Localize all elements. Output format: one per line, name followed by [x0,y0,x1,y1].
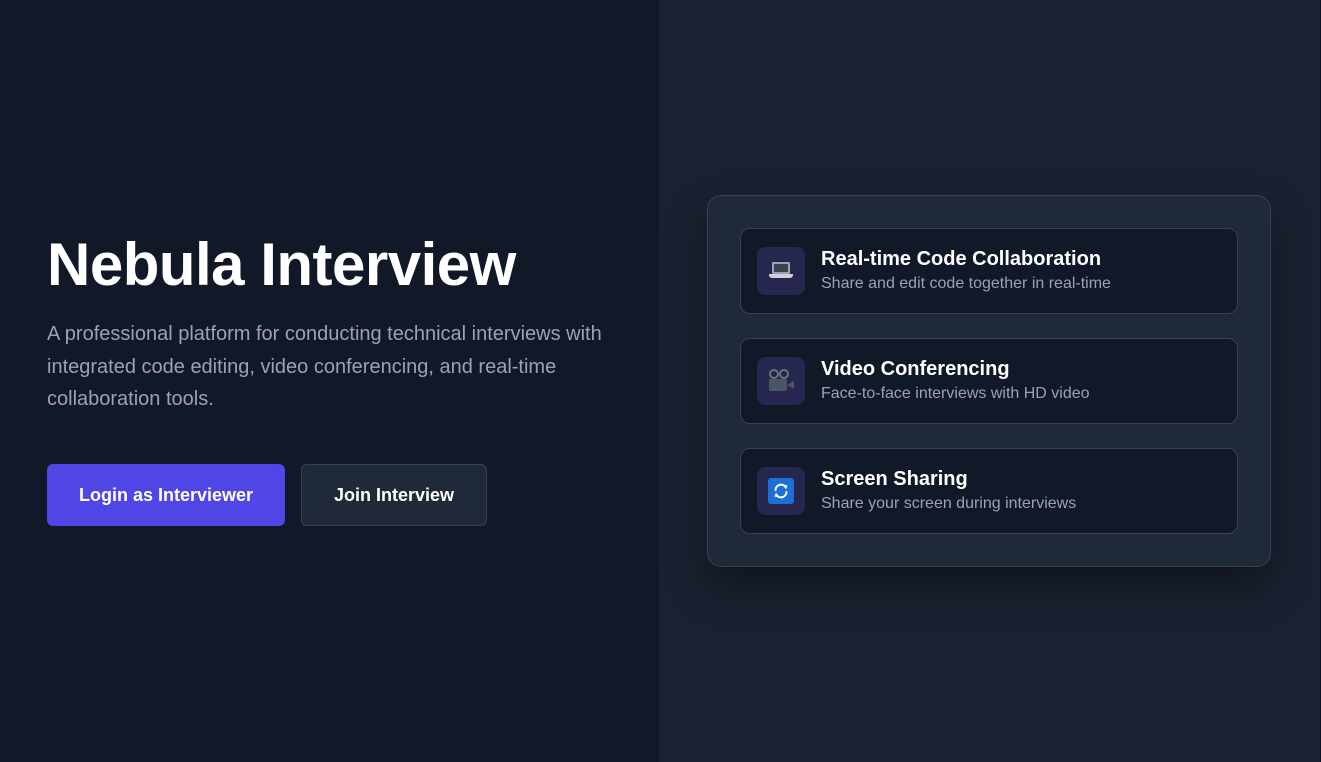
feature-list: Real-time Code Collaboration Share and e… [740,228,1238,534]
hero-description: A professional platform for conducting t… [47,323,602,410]
feature-card-video-conferencing: Video Conferencing Face-to-face intervie… [740,338,1238,424]
feature-description: Share and edit code together in real-tim… [821,275,1111,292]
login-as-interviewer-button[interactable]: Login as Interviewer [47,464,285,526]
feature-description: Share your screen during interviews [821,495,1077,512]
feature-icon-box [757,357,805,405]
feature-panel: Real-time Code Collaboration Share and e… [707,195,1271,567]
feature-title: Real-time Code Collaboration [821,248,1102,270]
feature-text: Real-time Code Collaboration Share and e… [821,247,1111,295]
join-interview-button[interactable]: Join Interview [301,464,487,526]
feature-text: Screen Sharing Share your screen during … [821,467,1076,515]
feature-icon-box [757,467,805,515]
laptop-icon [769,262,793,280]
feature-title: Screen Sharing [821,468,968,490]
movie-camera-icon [767,369,795,393]
feature-description: Face-to-face interviews with HD video [821,385,1090,402]
page-title: Nebula Interview [47,231,516,298]
feature-card-code-collaboration: Real-time Code Collaboration Share and e… [740,228,1238,314]
hero-actions: Login as Interviewer Join Interview [47,464,487,526]
feature-text: Video Conferencing Face-to-face intervie… [821,357,1090,405]
feature-icon-box [757,247,805,295]
features-section: Real-time Code Collaboration Share and e… [659,0,1321,762]
feature-card-screen-sharing: Screen Sharing Share your screen during … [740,448,1238,534]
landing-page: Nebula Interview A professional platform… [0,0,1321,762]
sync-arrows-icon [768,478,794,504]
hero-section: Nebula Interview A professional platform… [0,0,659,762]
feature-title: Video Conferencing [821,358,1010,380]
